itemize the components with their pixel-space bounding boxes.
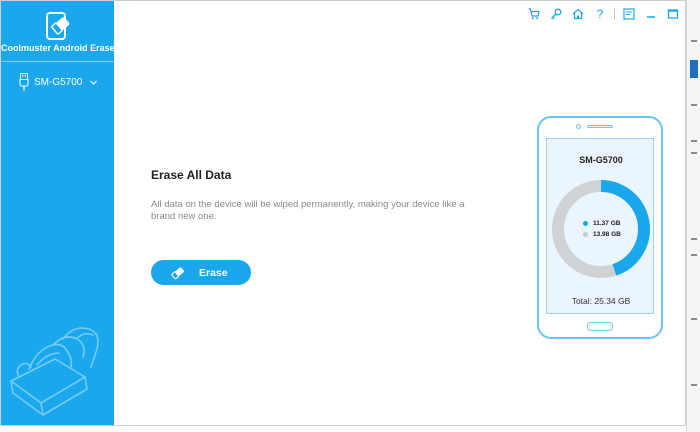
sidebar-divider bbox=[1, 61, 114, 62]
phone-camera bbox=[576, 124, 581, 129]
toolbar-separator bbox=[614, 8, 615, 20]
phone-screen: SM-G5700 11.37 GB 13.98 GB Total: 25.34 … bbox=[546, 138, 654, 314]
used-dot bbox=[583, 221, 588, 226]
erase-description: All data on the device will be wiped per… bbox=[151, 199, 465, 222]
background-mark bbox=[691, 318, 697, 320]
eraser-icon bbox=[171, 266, 185, 279]
phone-home-button bbox=[587, 322, 613, 331]
legend-used-row: 11.37 GB bbox=[583, 218, 621, 229]
background-accent bbox=[690, 60, 698, 78]
used-size: 11.37 GB bbox=[593, 220, 621, 227]
eraser-logo-icon bbox=[46, 12, 70, 40]
chevron-down-icon bbox=[90, 80, 98, 85]
background-mark bbox=[691, 104, 697, 106]
key-icon[interactable] bbox=[548, 6, 564, 22]
feedback-icon[interactable] bbox=[621, 6, 637, 22]
minimize-icon[interactable] bbox=[643, 6, 659, 22]
storage-legend: 11.37 GB 13.98 GB bbox=[583, 218, 621, 240]
free-dot bbox=[583, 232, 588, 237]
home-icon[interactable] bbox=[570, 6, 586, 22]
app-window: Coolmuster Android Eraser SM-G5700 ? Era… bbox=[0, 0, 686, 426]
help-icon[interactable]: ? bbox=[592, 6, 608, 22]
background-window-edge bbox=[686, 0, 700, 432]
free-size: 13.98 GB bbox=[593, 231, 621, 238]
app-logo: Coolmuster Android Eraser bbox=[1, 1, 119, 61]
background-mark bbox=[691, 152, 697, 154]
maximize-icon[interactable] bbox=[665, 6, 681, 22]
total-storage: Total: 25.34 GB bbox=[571, 296, 631, 306]
app-title: Coolmuster Android Eraser bbox=[1, 43, 119, 53]
device-name: SM-G5700 bbox=[34, 76, 83, 88]
title-toolbar: ? x bbox=[526, 6, 685, 22]
sidebar: Coolmuster Android Eraser SM-G5700 bbox=[1, 1, 119, 425]
hand-eraser-illustration bbox=[10, 327, 99, 416]
erase-title: Erase All Data bbox=[151, 168, 232, 182]
erase-button-label: Erase bbox=[199, 266, 228, 279]
erase-button[interactable]: Erase bbox=[151, 260, 251, 285]
legend-free-row: 13.98 GB bbox=[583, 229, 621, 240]
phone-frame: SM-G5700 11.37 GB 13.98 GB Total: 25.34 … bbox=[537, 116, 663, 339]
background-mark bbox=[691, 384, 697, 386]
background-mark bbox=[691, 238, 697, 240]
phone-speaker bbox=[587, 125, 613, 128]
background-mark bbox=[691, 140, 697, 142]
device-selector[interactable]: SM-G5700 bbox=[19, 73, 98, 91]
usb-icon bbox=[19, 73, 29, 91]
background-mark bbox=[691, 254, 697, 256]
phone-model-name: SM-G5700 bbox=[579, 155, 623, 165]
background-mark bbox=[691, 40, 697, 42]
cart-icon[interactable] bbox=[526, 6, 542, 22]
